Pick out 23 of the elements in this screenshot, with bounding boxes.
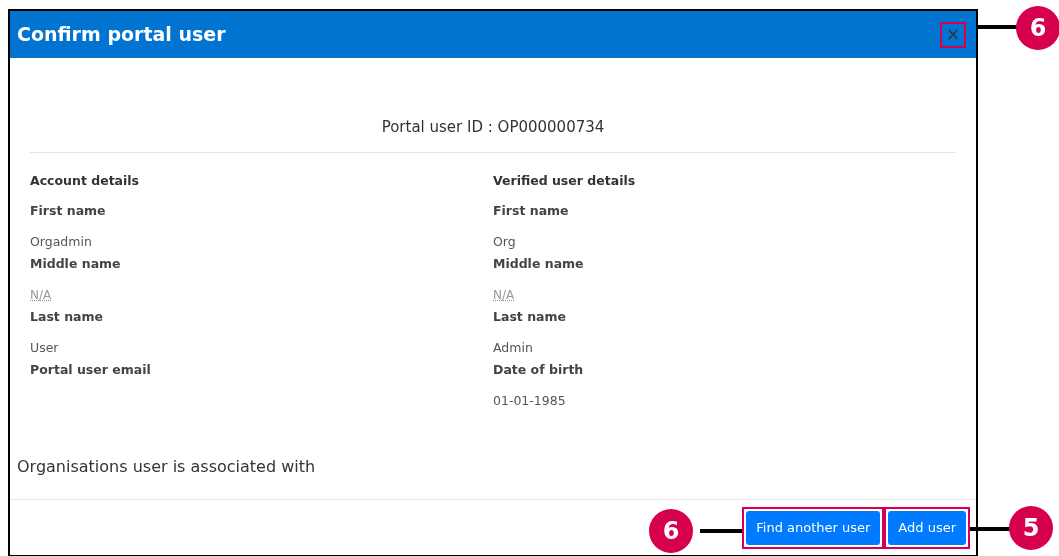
field-label: Date of birth xyxy=(493,361,585,379)
column-heading: Verified user details xyxy=(493,172,637,190)
portal-user-id: Portal user ID : OP000000734 xyxy=(381,116,605,138)
field-label: First name xyxy=(30,202,107,220)
field-value: Org xyxy=(493,234,516,249)
dialog-button[interactable]: Add user xyxy=(888,510,966,545)
dialog-title: Confirm portal user xyxy=(17,22,226,48)
field-value: 01-01-1985 xyxy=(493,393,566,408)
callout-badge: 5 xyxy=(1009,506,1053,550)
field-value: Admin xyxy=(493,340,533,355)
field-label: Middle name xyxy=(493,255,585,273)
field-label: Last name xyxy=(493,308,567,326)
field-label: Middle name xyxy=(30,255,122,273)
field-value: Orgadmin xyxy=(30,234,92,249)
field-label: First name xyxy=(493,202,570,220)
close-button[interactable]: × xyxy=(940,21,966,48)
field-label: Last name xyxy=(30,308,104,326)
column-heading: Account details xyxy=(30,172,141,190)
field-value: User xyxy=(30,340,59,355)
field-label: Portal user email xyxy=(30,361,152,379)
callout-badge: 6 xyxy=(1016,6,1059,50)
dialog-button[interactable]: Find another user xyxy=(746,510,881,545)
organisations-heading: Organisations user is associated with xyxy=(17,457,316,476)
